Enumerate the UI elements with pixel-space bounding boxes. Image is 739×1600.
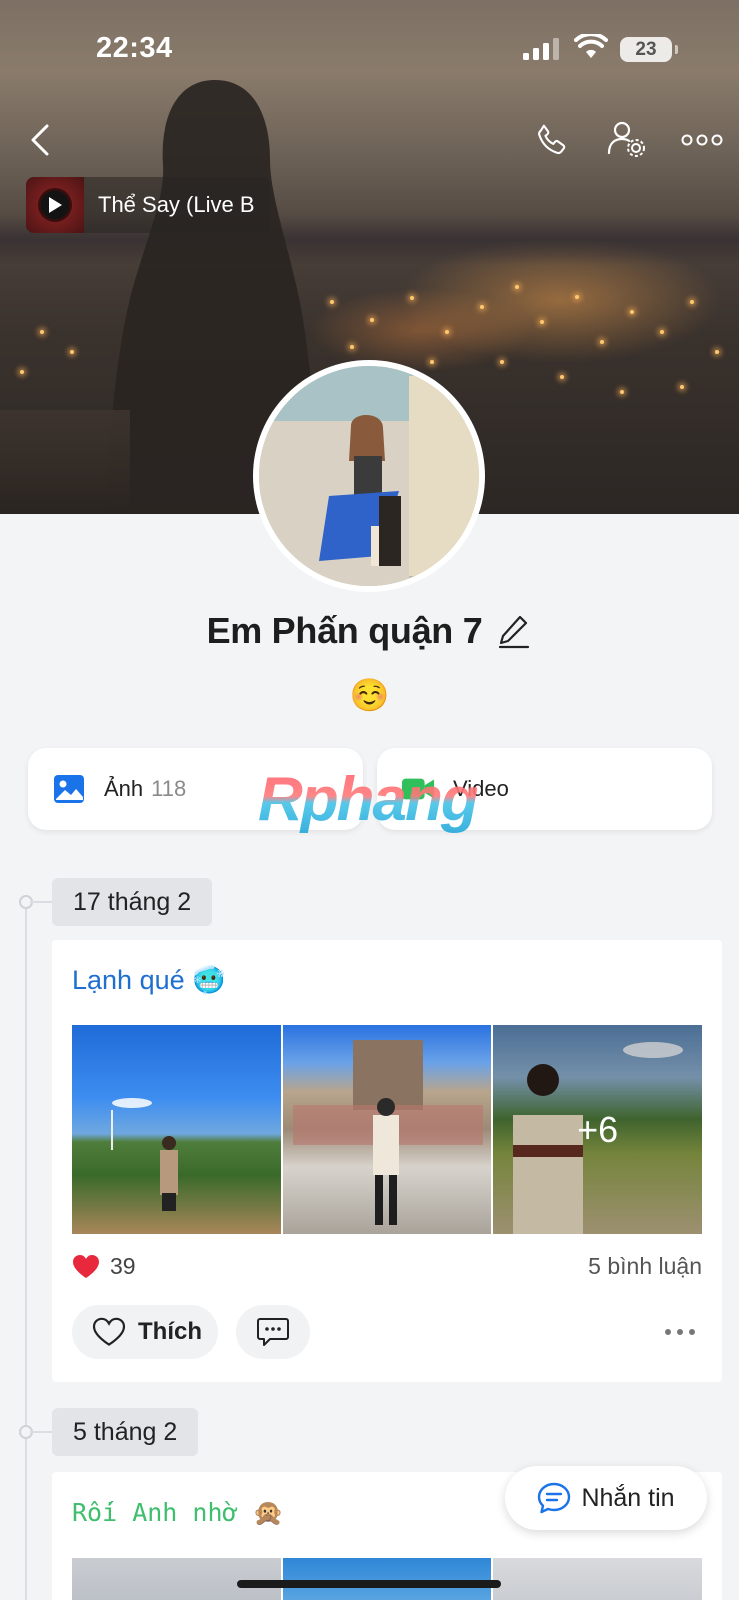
photo-content [292, 1040, 483, 1225]
post-photo[interactable] [72, 1025, 281, 1234]
status-time: 22:34 [96, 32, 173, 64]
battery-indicator: 23 [620, 37, 678, 62]
post-photo[interactable] [493, 1558, 703, 1600]
home-indicator[interactable] [237, 1580, 501, 1588]
watermark-logo: Rphang [258, 765, 479, 834]
comment-icon [257, 1318, 289, 1346]
like-count: 39 [110, 1253, 136, 1279]
status-bar: 22:34 23 [0, 0, 739, 100]
profile-music-player[interactable]: Thể Say (Live B [26, 177, 270, 233]
photos-label: Ảnh [104, 776, 144, 801]
post-caption: Lạnh qué 🥶 [72, 965, 226, 995]
call-button[interactable] [530, 118, 574, 162]
back-button[interactable] [22, 118, 58, 162]
more-photos-count[interactable]: +6 [493, 1025, 703, 1234]
post-photo[interactable] [282, 1025, 492, 1234]
user-settings-icon [607, 121, 645, 157]
profile-settings-button[interactable] [604, 116, 650, 162]
music-title: Thể Say (Live B [98, 192, 255, 217]
photo-grid: +6 [72, 1025, 703, 1234]
post-more-button[interactable] [660, 1318, 700, 1346]
avatar[interactable] [253, 360, 485, 592]
timeline-tick [30, 901, 54, 903]
edit-name-button[interactable] [496, 611, 532, 651]
pencil-icon [499, 615, 530, 649]
cellular-signal-icon [523, 38, 559, 60]
post-photo[interactable]: +6 [493, 1025, 703, 1234]
photo-grid [72, 1558, 703, 1600]
phone-icon [538, 124, 566, 155]
more-options-button[interactable] [678, 120, 726, 160]
avatar-figure [259, 366, 479, 586]
status-emoji: ☺️ [349, 677, 390, 713]
post-photo[interactable] [282, 1558, 492, 1600]
like-button-label: Thích [138, 1318, 202, 1345]
reaction-summary[interactable]: 39 [72, 1253, 136, 1280]
avatar-photo [259, 366, 479, 586]
timeline-post[interactable]: Lạnh qué 🥶 +6 39 5 bình luận Thích [52, 940, 722, 1382]
date-chip: 5 tháng 2 [52, 1408, 199, 1456]
image-icon [52, 772, 86, 806]
music-thumbnail [26, 177, 84, 233]
wifi-icon [574, 34, 608, 58]
heart-icon [73, 1255, 99, 1278]
comment-count[interactable]: 5 bình luận [588, 1253, 702, 1280]
chat-bubble-icon [538, 1482, 571, 1514]
play-button[interactable] [38, 188, 72, 222]
photo-content [111, 1098, 178, 1211]
heart-outline-icon [92, 1317, 126, 1346]
post-caption: Rối Anh nhờ 🙊 [72, 1498, 284, 1527]
send-message-button[interactable]: Nhắn tin [505, 1466, 707, 1530]
photos-count: 118 [151, 776, 187, 801]
chevron-left-icon [31, 124, 49, 156]
post-photo[interactable] [72, 1558, 281, 1600]
timeline-line [25, 902, 27, 1600]
timeline-tick [30, 1431, 54, 1433]
cover-railing [0, 410, 130, 514]
more-horizontal-icon [681, 134, 723, 146]
send-message-label: Nhắn tin [581, 1483, 675, 1512]
like-button[interactable]: Thích [72, 1305, 218, 1359]
play-icon [49, 197, 62, 213]
comment-button[interactable] [236, 1305, 310, 1359]
date-chip: 17 tháng 2 [52, 878, 213, 926]
more-horizontal-icon [665, 1329, 695, 1335]
profile-name-row: Em Phấn quận 7 [0, 610, 739, 652]
profile-name: Em Phấn quận 7 [206, 610, 483, 651]
